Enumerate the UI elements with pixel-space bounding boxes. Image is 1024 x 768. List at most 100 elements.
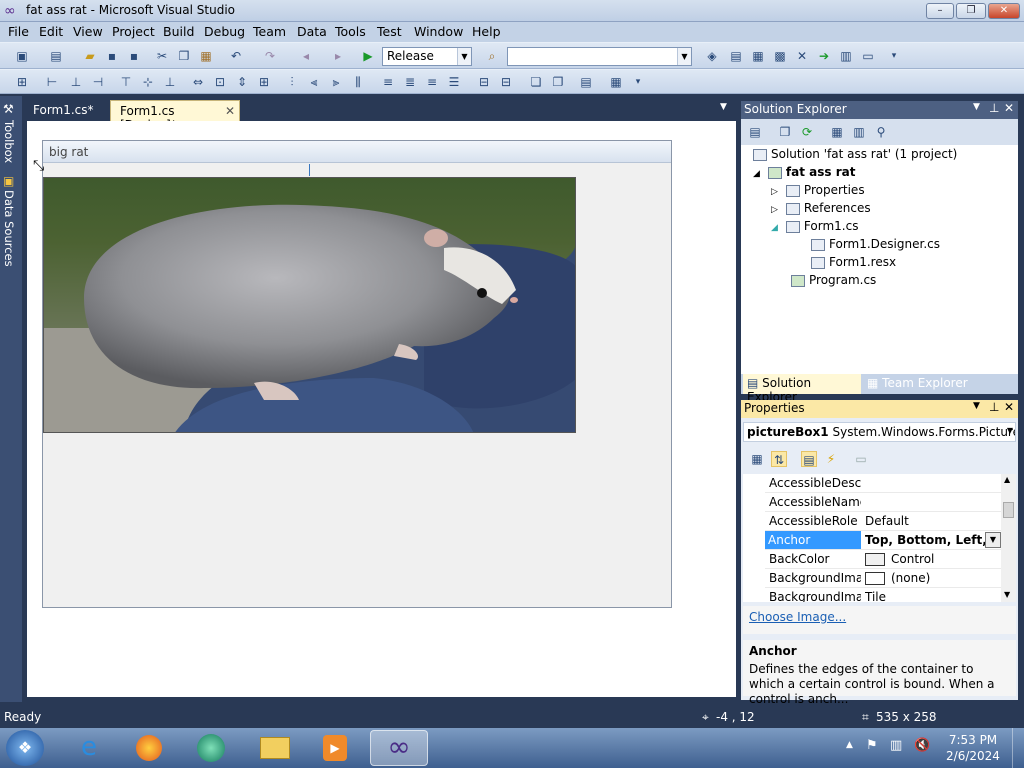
object-browser-icon[interactable]: ▦: [750, 48, 766, 64]
solution-explorer-icon[interactable]: ◈: [704, 48, 720, 64]
toolbar-options-icon[interactable]: ▾: [886, 48, 902, 64]
picturebox1[interactable]: [43, 177, 576, 433]
close-panel-icon[interactable]: ✕: [1004, 101, 1014, 115]
paste-icon[interactable]: ▦: [198, 48, 214, 64]
vertical-spacing-equal-icon[interactable]: ≡: [380, 74, 396, 90]
extension-manager-icon[interactable]: ▥: [838, 48, 854, 64]
tree-form1-cs[interactable]: ◢ Form1.cs: [771, 219, 858, 233]
toolbar-options-icon[interactable]: ▾: [630, 74, 646, 90]
tools-icon[interactable]: ✕: [794, 48, 810, 64]
add-item-icon[interactable]: ▤: [48, 48, 64, 64]
media-player-icon[interactable]: ▶: [308, 730, 362, 766]
data-sources-tab[interactable]: Data Sources: [2, 190, 16, 267]
remove-vertical-spacing-icon[interactable]: ☰: [446, 74, 462, 90]
command-window-icon[interactable]: ▭: [860, 48, 876, 64]
align-bottoms-icon[interactable]: ⊥: [162, 74, 178, 90]
tree-solution[interactable]: Solution 'fat ass rat' (1 project): [753, 147, 957, 161]
menu-tools[interactable]: Tools: [332, 24, 369, 39]
menu-build[interactable]: Build: [160, 24, 197, 39]
decrease-vertical-spacing-icon[interactable]: ≡: [424, 74, 440, 90]
cut-icon[interactable]: ✂: [154, 48, 170, 64]
menu-debug[interactable]: Debug: [201, 24, 248, 39]
volume-muted-icon[interactable]: 🔇: [914, 738, 930, 753]
network-icon[interactable]: ▥: [890, 738, 902, 753]
object-selector[interactable]: pictureBox1 System.Windows.Forms.Picture…: [743, 422, 1016, 442]
toolbox-icon[interactable]: ⚒: [3, 102, 14, 116]
show-hidden-icons[interactable]: ▲: [846, 740, 853, 750]
find-combo[interactable]: ▼: [507, 47, 692, 66]
property-pages-icon[interactable]: ▭: [853, 451, 869, 467]
decrease-horizontal-spacing-icon[interactable]: ⫸: [328, 74, 344, 90]
categorized-icon[interactable]: ▦: [749, 451, 765, 467]
make-same-width-icon[interactable]: ⇔: [190, 74, 206, 90]
lock-controls-icon[interactable]: ▦: [608, 74, 624, 90]
tab-form1-cs[interactable]: Form1.cs*: [24, 100, 108, 121]
firefox-icon[interactable]: [122, 730, 176, 766]
menu-view[interactable]: View: [70, 24, 106, 39]
visual-studio-taskbar-button[interactable]: ∞: [370, 730, 428, 766]
save-all-icon[interactable]: ▪: [126, 48, 142, 64]
window-position-icon[interactable]: ▼: [973, 102, 980, 112]
alphabetical-icon[interactable]: ⇅: [771, 451, 787, 467]
center-horizontally-icon[interactable]: ⊟: [476, 74, 492, 90]
size-to-grid-icon[interactable]: ⊡: [212, 74, 228, 90]
file-explorer-icon[interactable]: [248, 730, 302, 766]
increase-horizontal-spacing-icon[interactable]: ⫷: [306, 74, 322, 90]
auto-hide-icon[interactable]: ⊥: [989, 101, 999, 115]
menu-test[interactable]: Test: [374, 24, 405, 39]
tree-project[interactable]: ◢ fat ass rat: [753, 165, 855, 179]
navigate-backward-icon[interactable]: ◂: [298, 48, 314, 64]
start-button[interactable]: ❖: [6, 730, 44, 766]
window-position-icon[interactable]: ▼: [973, 401, 980, 411]
auto-hide-icon[interactable]: ⊥: [989, 400, 999, 414]
tree-program-cs[interactable]: Program.cs: [791, 273, 876, 287]
align-middles-icon[interactable]: ⊹: [140, 74, 156, 90]
show-all-files-icon[interactable]: ❐: [777, 124, 793, 140]
property-row-selected[interactable]: Anchor Top, Bottom, Left, Rig ▼: [765, 531, 1001, 550]
media-app-icon[interactable]: [184, 730, 238, 766]
align-to-grid-icon[interactable]: ⊞: [14, 74, 30, 90]
class-diagram-icon[interactable]: ⚲: [873, 124, 889, 140]
send-to-back-icon[interactable]: ❐: [550, 74, 566, 90]
property-row[interactable]: BackgroundImac Tile: [765, 588, 1001, 602]
menu-team[interactable]: Team: [250, 24, 289, 39]
menu-edit[interactable]: Edit: [36, 24, 66, 39]
refresh-icon[interactable]: ⟳: [799, 124, 815, 140]
tree-form1-designer[interactable]: Form1.Designer.cs: [811, 237, 940, 251]
scroll-thumb[interactable]: [1003, 502, 1014, 518]
tree-references[interactable]: ▷ References: [771, 201, 871, 215]
center-vertically-icon[interactable]: ⊟: [498, 74, 514, 90]
property-row[interactable]: AccessibleRole Default: [765, 512, 1001, 531]
menu-data[interactable]: Data: [294, 24, 330, 39]
view-code-icon[interactable]: ▦: [829, 124, 845, 140]
internet-explorer-icon[interactable]: e: [62, 730, 116, 766]
close-panel-icon[interactable]: ✕: [1004, 400, 1014, 414]
show-desktop-button[interactable]: [1012, 728, 1024, 768]
start-debugging-icon[interactable]: ▶: [360, 48, 376, 64]
menu-file[interactable]: File: [5, 24, 32, 39]
menu-project[interactable]: Project: [109, 24, 158, 39]
view-designer-icon[interactable]: ▥: [851, 124, 867, 140]
active-files-dropdown-icon[interactable]: ▼: [720, 102, 727, 112]
maximize-button[interactable]: ❐: [956, 3, 986, 19]
bring-to-front-icon[interactable]: ❏: [528, 74, 544, 90]
toolbox-icon[interactable]: ▩: [772, 48, 788, 64]
align-centers-icon[interactable]: ⊥: [68, 74, 84, 90]
solution-configuration-select[interactable]: Release ▼: [382, 47, 472, 66]
properties-view-icon[interactable]: ▤: [801, 451, 817, 467]
clock[interactable]: 7:53 PM 2/6/2024: [940, 732, 1006, 764]
menu-window[interactable]: Window: [411, 24, 466, 39]
property-row[interactable]: AccessibleName: [765, 493, 1001, 512]
align-lefts-icon[interactable]: ⊢: [44, 74, 60, 90]
tree-form1-resx[interactable]: Form1.resx: [811, 255, 896, 269]
events-icon[interactable]: ⚡: [823, 451, 839, 467]
tab-solution-explorer[interactable]: ▤ Solution Explorer: [743, 374, 861, 404]
find-in-files-icon[interactable]: ⌕: [484, 48, 500, 64]
tab-order-icon[interactable]: ▤: [578, 74, 594, 90]
property-row[interactable]: AccessibleDescri: [765, 474, 1001, 493]
redo-icon[interactable]: ↷: [262, 48, 278, 64]
make-same-size-icon[interactable]: ⊞: [256, 74, 272, 90]
toolbox-tab[interactable]: Toolbox: [2, 120, 16, 163]
close-tab-icon[interactable]: ✕: [225, 104, 235, 118]
align-tops-icon[interactable]: ⊤: [118, 74, 134, 90]
